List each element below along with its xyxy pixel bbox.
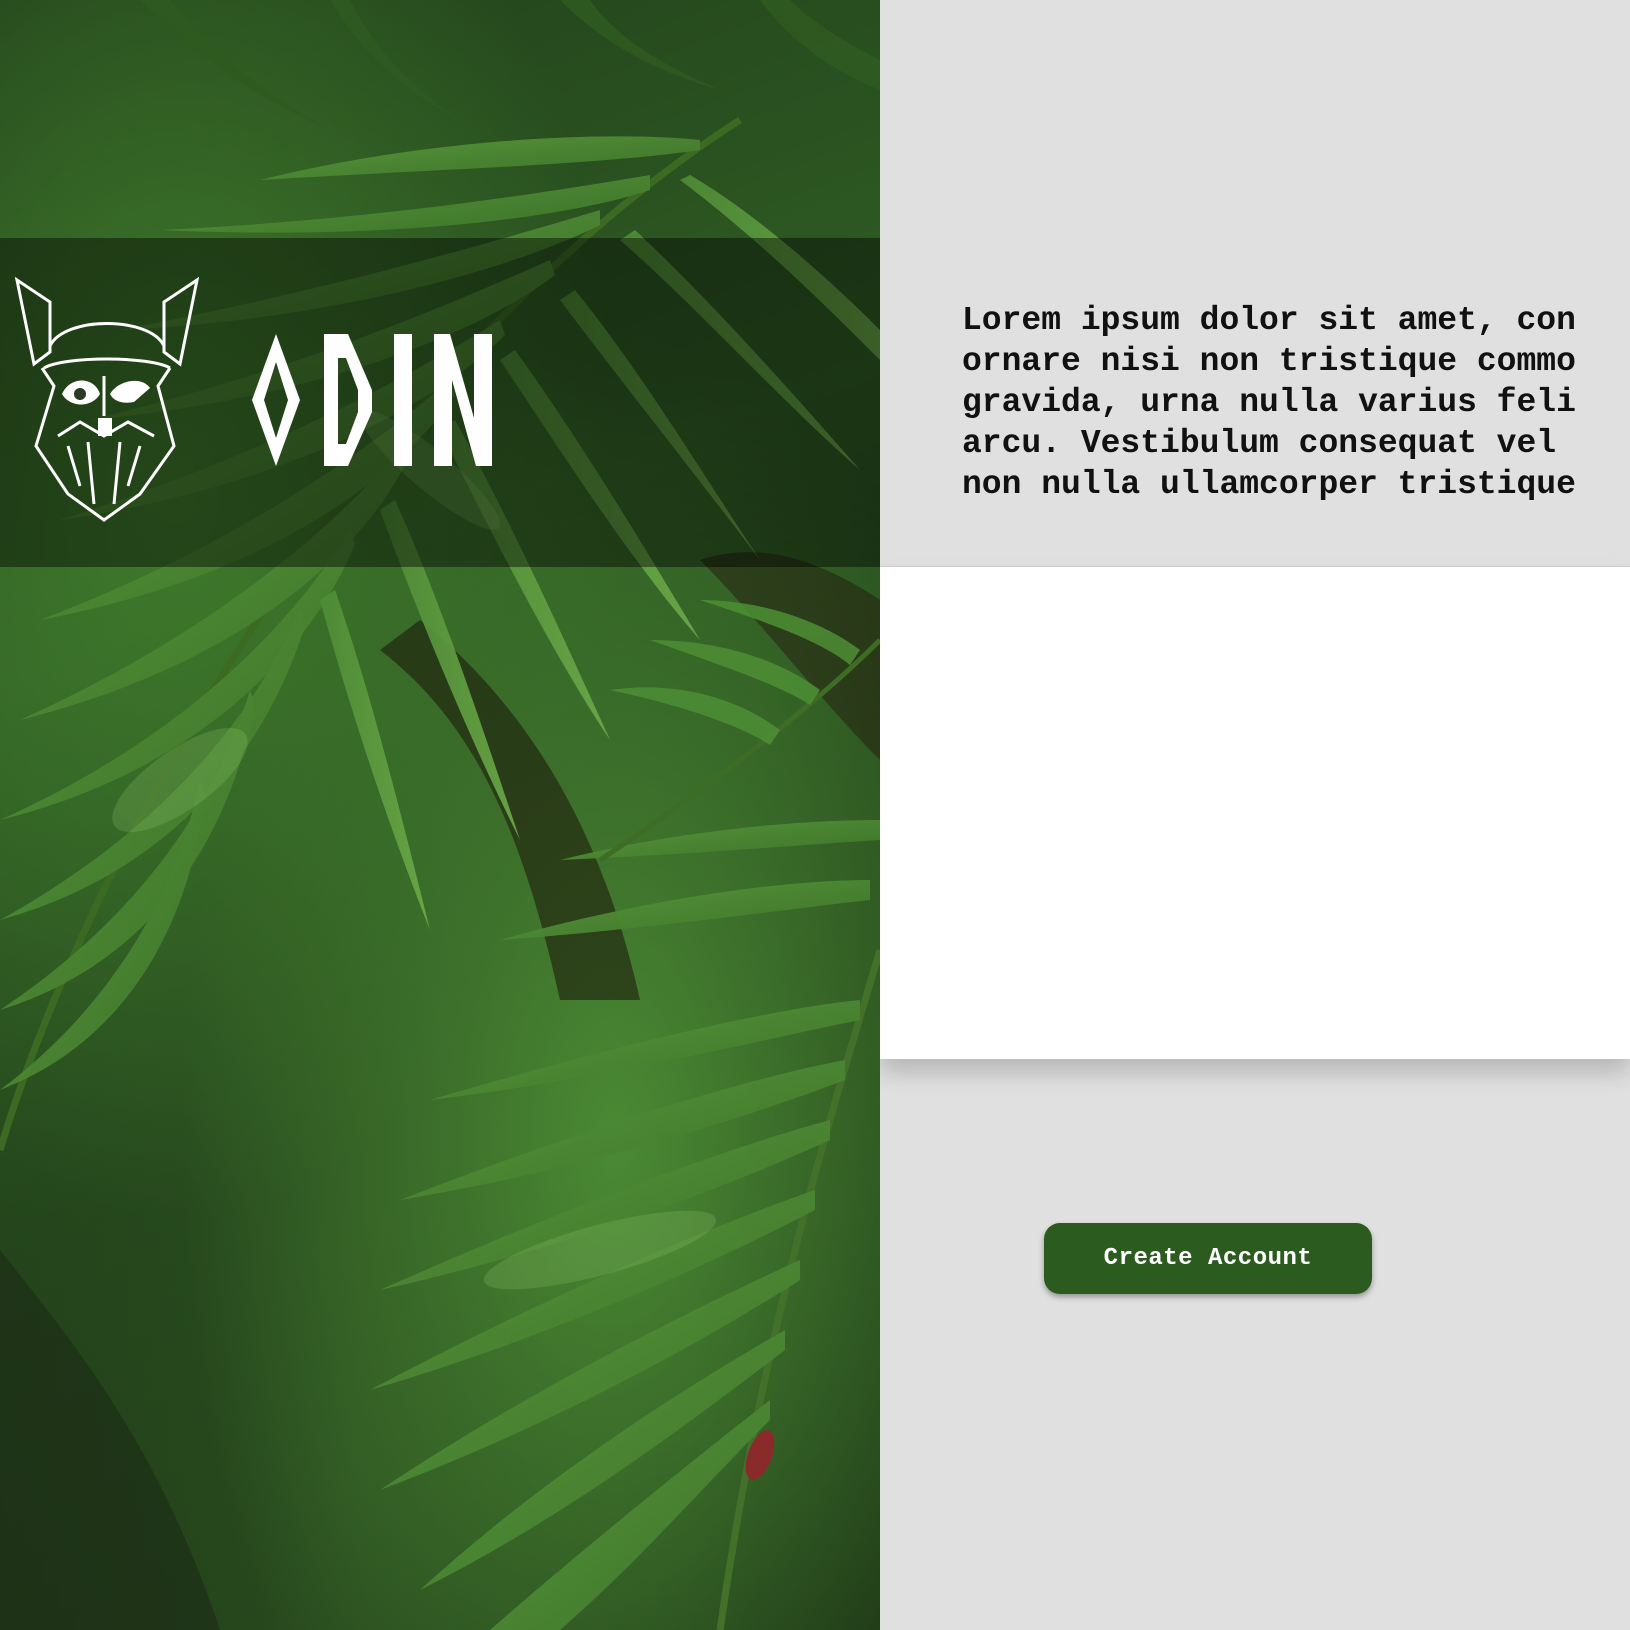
intro-paragraph: Lorem ipsum dolor sit amet, con ornare n…: [962, 302, 1576, 503]
odin-helmet-logo-icon: [14, 276, 200, 522]
intro-section: Lorem ipsum dolor sit amet, con ornare n…: [880, 0, 1630, 567]
signup-form-card: [880, 567, 1630, 1059]
create-account-button[interactable]: Create Account: [1044, 1223, 1372, 1294]
hero-panel: [0, 0, 880, 1630]
odin-wordmark-logo: [252, 334, 492, 466]
signup-page: Lorem ipsum dolor sit amet, con ornare n…: [0, 0, 1630, 1630]
signup-content: Lorem ipsum dolor sit amet, con ornare n…: [880, 0, 1630, 1630]
